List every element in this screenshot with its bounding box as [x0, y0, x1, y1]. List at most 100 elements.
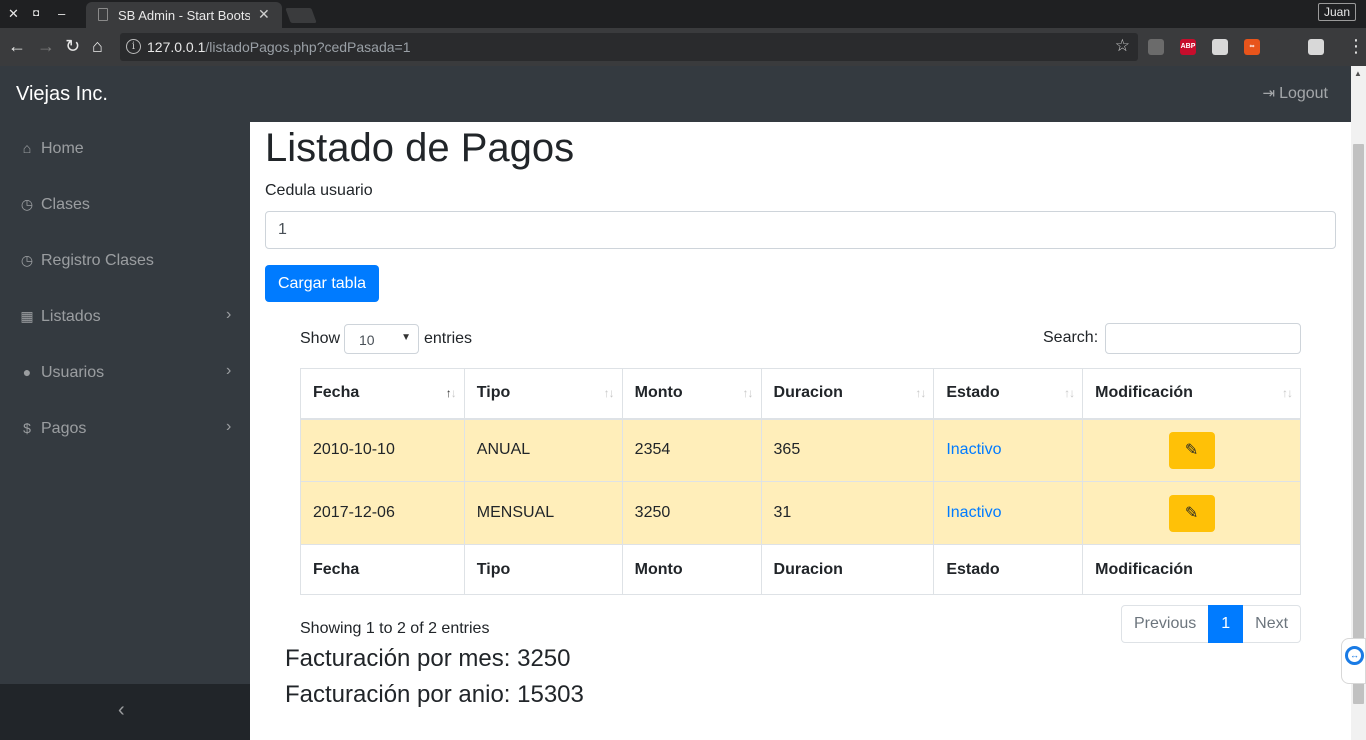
browser-toolbar: ← → ↻ ⌂ i 127.0.0.1/listadoPagos.php?ced…: [0, 28, 1366, 66]
cell-fecha: 2010-10-10: [300, 418, 465, 482]
chevron-right-icon: ›: [226, 418, 232, 435]
column-header-fecha[interactable]: Fecha ↑↓: [300, 368, 465, 420]
back-icon[interactable]: ←: [8, 35, 26, 57]
column-header-estado[interactable]: Estado ↑↓: [933, 368, 1084, 420]
cell-modificacion: ✎: [1082, 481, 1301, 545]
logout-label: Logout: [1279, 85, 1328, 102]
brand[interactable]: Viejas Inc.: [16, 83, 108, 106]
previous-page-button[interactable]: Previous: [1121, 605, 1210, 643]
sidebar-item-listados[interactable]: ▦ Listados ›: [0, 290, 250, 346]
url-text[interactable]: 127.0.0.1/listadoPagos.php?cedPasada=1: [147, 39, 411, 55]
cell-fecha: 2017-12-06: [300, 481, 465, 545]
logout-link[interactable]: ⇥ Logout: [1262, 84, 1328, 103]
cell-tipo: MENSUAL: [463, 481, 623, 545]
column-header-monto[interactable]: Monto ↑↓: [621, 368, 762, 420]
scrollbar-thumb[interactable]: [1353, 144, 1364, 704]
profile-button[interactable]: Juan: [1317, 3, 1356, 21]
sort-icon: ↑↓: [603, 386, 615, 400]
table-icon: ▦: [20, 308, 34, 324]
pagination: Previous 1 Next: [1121, 605, 1302, 643]
sidebar: ⌂ Home ◷ Clases ◷ Registro Clases ▦ List…: [0, 122, 250, 740]
edit-button[interactable]: ✎: [1168, 494, 1215, 532]
gnome-extension-icon[interactable]: [1276, 39, 1292, 55]
sort-icon: ↑↓: [742, 386, 754, 400]
pencil-icon: ✎: [1184, 442, 1199, 460]
estado-link[interactable]: Inactivo: [946, 441, 1001, 458]
top-navbar: Viejas Inc. ⇥ Logout: [0, 66, 1366, 122]
new-tab-button[interactable]: [285, 8, 317, 23]
cedula-input[interactable]: [265, 211, 1336, 249]
sign-out-icon: ⇥: [1262, 85, 1276, 102]
sidebar-item-registro-clases[interactable]: ◷ Registro Clases: [0, 234, 250, 290]
clock-icon: ◷: [20, 252, 34, 268]
browser-tab[interactable]: SB Admin - Start Bootstrap ✕: [86, 2, 282, 28]
edit-button[interactable]: ✎: [1168, 431, 1215, 469]
forward-icon[interactable]: →: [37, 35, 55, 57]
cell-duracion: 31: [760, 481, 935, 545]
pencil-icon: ✎: [1184, 505, 1199, 522]
cell-estado: Inactivo: [933, 418, 1084, 482]
page-1-button[interactable]: 1: [1208, 605, 1244, 643]
sidebar-item-home[interactable]: ⌂ Home: [0, 122, 250, 178]
chevron-right-icon: ›: [226, 362, 232, 379]
address-bar[interactable]: i 127.0.0.1/listadoPagos.php?cedPasada=1…: [120, 33, 1138, 61]
cell-modificacion: ✎: [1082, 418, 1301, 482]
maximize-window-icon[interactable]: ◘: [33, 8, 39, 19]
tab-title: SB Admin - Start Bootstrap: [118, 8, 250, 23]
estado-link[interactable]: Inactivo: [946, 504, 1001, 521]
footer-fecha: Fecha: [300, 544, 465, 595]
sidebar-item-clases[interactable]: ◷ Clases: [0, 178, 250, 234]
infinity-extension-icon[interactable]: ∞: [1244, 39, 1260, 55]
cell-monto: 2354: [621, 418, 762, 482]
sidebar-toggle-button[interactable]: ‹: [0, 684, 250, 740]
adblock-plus-icon[interactable]: ABP: [1180, 39, 1196, 55]
sidebar-item-label: Home: [41, 140, 84, 157]
cell-duracion: 365: [760, 418, 935, 482]
clock-icon: ◷: [20, 196, 34, 212]
column-header-label: Monto: [634, 384, 683, 402]
cell-monto: 3250: [621, 481, 762, 545]
browser-menu-icon[interactable]: ⋮: [1347, 36, 1365, 56]
sidebar-item-label: Listados: [41, 308, 101, 325]
cell-estado: Inactivo: [933, 481, 1084, 545]
cedula-label: Cedula usuario: [265, 182, 373, 199]
home-browser-icon[interactable]: ⌂: [92, 35, 103, 57]
table-info: Showing 1 to 2 of 2 entries: [300, 620, 490, 637]
home-icon: ⌂: [22, 140, 32, 156]
sort-icon: ↑↓: [445, 386, 457, 400]
minimize-window-icon[interactable]: ‒: [58, 6, 65, 21]
column-header-label: Estado: [946, 384, 1000, 402]
cell-tipo: ANUAL: [463, 418, 623, 482]
column-header-label: Duracion: [773, 384, 843, 402]
column-header-label: Tipo: [476, 384, 511, 402]
sort-icon: ↑↓: [1064, 386, 1075, 400]
footer-estado: Estado: [933, 544, 1084, 595]
site-info-icon[interactable]: i: [126, 39, 141, 54]
sidebar-item-pagos[interactable]: $ Pagos ›: [0, 402, 250, 458]
bookmark-star-icon[interactable]: ☆: [1115, 36, 1130, 56]
search-input[interactable]: [1105, 323, 1301, 354]
column-header-modificacion[interactable]: Modificación ↑↓: [1082, 368, 1301, 420]
sidebar-item-usuarios[interactable]: ● Usuarios ›: [0, 346, 250, 402]
search-label: Search:: [1043, 329, 1099, 346]
next-page-button[interactable]: Next: [1242, 605, 1302, 643]
lightbulb-extension-icon[interactable]: [1148, 39, 1164, 55]
column-header-duracion[interactable]: Duracion ↑↓: [760, 368, 935, 420]
youtube-extension-icon[interactable]: [1212, 39, 1228, 55]
payments-table: Fecha ↑↓ Tipo ↑↓ Monto ↑↓ Duracion ↑↓ Estado…: [300, 368, 1301, 595]
reload-icon[interactable]: ↻: [65, 35, 80, 57]
tab-close-icon[interactable]: ✕: [258, 6, 270, 23]
sidebar-item-label: Pagos: [41, 420, 87, 437]
remote-support-widget[interactable]: ↔: [1341, 638, 1366, 684]
load-table-button[interactable]: Cargar tabla: [265, 265, 379, 302]
page-length-value: 10: [359, 332, 375, 348]
cube-extension-icon[interactable]: [1308, 39, 1324, 55]
column-header-label: Modificación: [1095, 384, 1193, 402]
column-header-tipo[interactable]: Tipo ↑↓: [463, 368, 623, 420]
close-window-icon[interactable]: ✕: [8, 6, 19, 22]
sort-icon: ↑↓: [1282, 386, 1293, 400]
scroll-up-icon[interactable]: ▲: [1354, 69, 1362, 78]
table-header-row: Fecha ↑↓ Tipo ↑↓ Monto ↑↓ Duracion ↑↓ Estado…: [300, 368, 1301, 420]
page-length-select[interactable]: 10 ▼: [344, 324, 419, 354]
column-header-label: Fecha: [313, 384, 360, 402]
